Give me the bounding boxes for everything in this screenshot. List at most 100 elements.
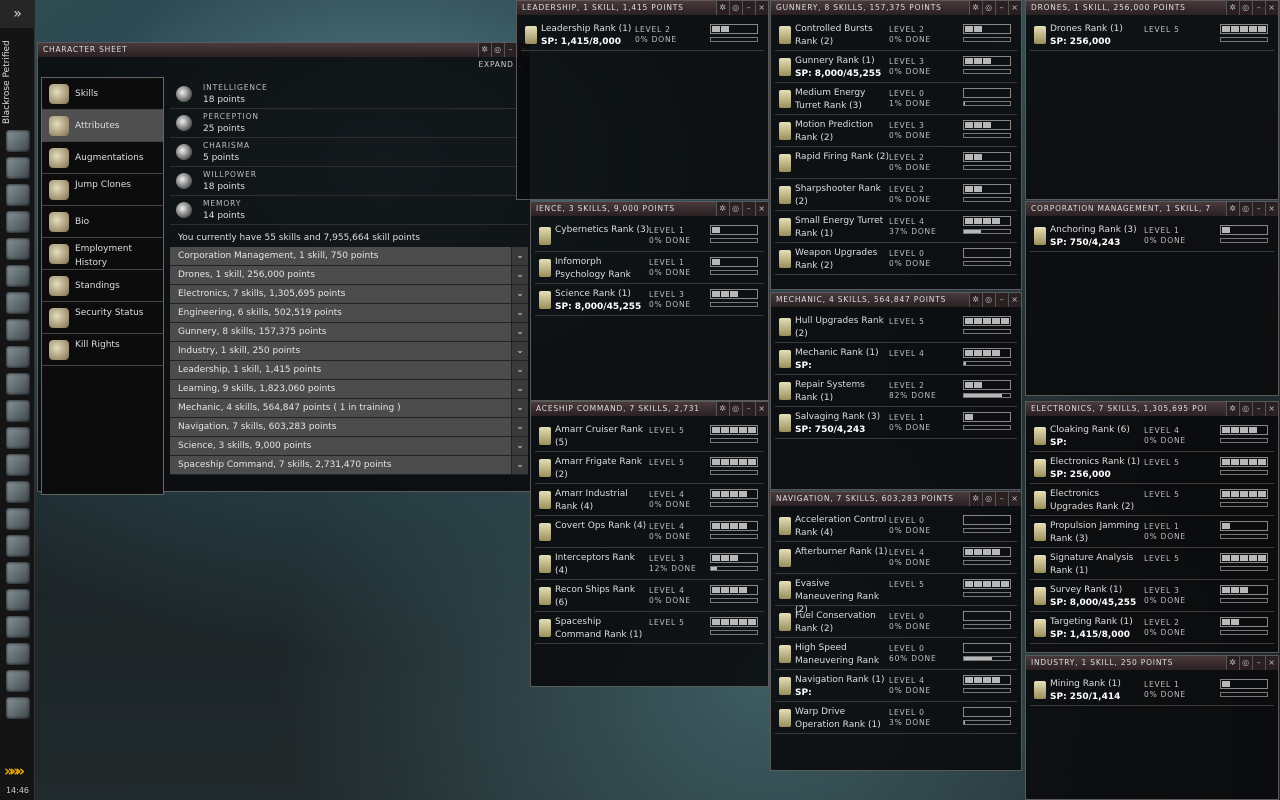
window-pin-icon[interactable]: ✲ [478, 43, 491, 57]
window-options-icon[interactable]: ◎ [1239, 1, 1252, 15]
people-icon[interactable] [6, 535, 30, 557]
nav-item-augmentations[interactable]: Augmentations [42, 142, 163, 174]
skill-row[interactable]: Drones Rank (1) SP: 256,000 LEVEL 5 [1030, 19, 1274, 51]
skill-group-row[interactable]: Engineering, 6 skills, 502,519 points ⌄ [170, 304, 528, 323]
skill-row[interactable]: Amarr Frigate Rank (2) LEVEL 5 [535, 452, 764, 484]
skill-group-row[interactable]: Electronics, 7 skills, 1,305,695 points ⌄ [170, 285, 528, 304]
chevron-down-icon[interactable]: ⌄ [511, 361, 528, 379]
window-close-icon[interactable]: × [755, 402, 768, 416]
skill-row[interactable]: Warp Drive Operation Rank (1) LEVEL 0 3% D… [775, 702, 1017, 734]
skill-row[interactable]: Salvaging Rank (3) SP: 750/4,243 LEVEL 1 0%… [775, 407, 1017, 439]
mail-icon[interactable] [6, 184, 30, 206]
skill-row[interactable]: Cybernetics Rank (3) LEVEL 1 0% DONE [535, 220, 764, 252]
window-close-icon[interactable]: × [1008, 293, 1021, 307]
chevron-down-icon[interactable]: ⌄ [511, 456, 528, 474]
skill-row[interactable]: Medium Energy Turret Rank (3) LEVEL 0 1% D… [775, 83, 1017, 115]
window-pin-icon[interactable]: ✲ [716, 402, 729, 416]
assets-icon[interactable] [6, 400, 30, 422]
character-icon[interactable] [6, 643, 30, 665]
window-close-icon[interactable]: × [1265, 656, 1278, 670]
window-minimize-icon[interactable]: – [742, 402, 755, 416]
chevron-down-icon[interactable]: ⌄ [511, 342, 528, 360]
skill-row[interactable]: Electronics Rank (1) SP: 256,000 LEVEL 5 [1030, 452, 1274, 484]
window-close-icon[interactable]: × [1265, 1, 1278, 15]
window-options-icon[interactable]: ◎ [982, 492, 995, 506]
skill-row[interactable]: Leadership Rank (1) SP: 1,415/8,000 LEVEL … [521, 19, 764, 51]
skill-row[interactable]: Rapid Firing Rank (2) LEVEL 2 0% DONE [775, 147, 1017, 179]
skill-row[interactable]: Recon Ships Rank (6) LEVEL 4 0% DONE [535, 580, 764, 612]
window-options-icon[interactable]: ◎ [1239, 402, 1252, 416]
nav-item-employment[interactable]: Employment History [42, 238, 163, 270]
skill-row[interactable]: Acceleration Control Rank (4) LEVEL 0 0% D… [775, 510, 1017, 542]
window-minimize-icon[interactable]: – [742, 202, 755, 216]
window-options-icon[interactable]: ◎ [491, 43, 504, 57]
skill-group-row[interactable]: Mechanic, 4 skills, 564,847 points ( 1 i… [170, 399, 528, 418]
skill-row[interactable]: Amarr Industrial Rank (4) LEVEL 4 0% DONE [535, 484, 764, 516]
skill-group-row[interactable]: Leadership, 1 skill, 1,415 points ⌄ [170, 361, 528, 380]
drone-icon[interactable] [6, 697, 30, 719]
skill-row[interactable]: Small Energy Turret Rank (1) LEVEL 4 37% D… [775, 211, 1017, 243]
skill-group-row[interactable]: Navigation, 7 skills, 603,283 points ⌄ [170, 418, 528, 437]
skill-group-row[interactable]: Drones, 1 skill, 256,000 points ⌄ [170, 266, 528, 285]
skill-group-row[interactable]: Spaceship Command, 7 skills, 2,731,470 p… [170, 456, 528, 475]
skill-row[interactable]: Covert Ops Rank (4) LEVEL 4 0% DONE [535, 516, 764, 548]
skill-row[interactable]: Anchoring Rank (3) SP: 750/4,243 LEVEL 1 0%… [1030, 220, 1274, 252]
help-icon[interactable] [6, 481, 30, 503]
skill-row[interactable]: Hull Upgrades Rank (2) LEVEL 5 [775, 311, 1017, 343]
journal-icon[interactable] [6, 562, 30, 584]
chevron-down-icon[interactable]: ⌄ [511, 247, 528, 265]
ship-icon[interactable] [6, 157, 30, 179]
nav-item-jump-clones[interactable]: Jump Clones [42, 174, 163, 206]
window-pin-icon[interactable]: ✲ [969, 293, 982, 307]
skill-window-titlebar[interactable]: ACESHIP COMMAND, 7 SKILLS, 2,731 ✲ ◎ – × [531, 402, 768, 416]
notepad-icon[interactable] [6, 211, 30, 233]
window-options-icon[interactable]: ◎ [1239, 656, 1252, 670]
science-icon[interactable] [6, 292, 30, 314]
neocom-menu-button[interactable]: » [0, 0, 35, 28]
window-options-icon[interactable]: ◎ [982, 293, 995, 307]
window-pin-icon[interactable]: ✲ [969, 492, 982, 506]
chevron-down-icon[interactable]: ⌄ [511, 437, 528, 455]
window-minimize-icon[interactable]: – [995, 1, 1008, 15]
window-minimize-icon[interactable]: – [1252, 656, 1265, 670]
window-pin-icon[interactable]: ✲ [1226, 402, 1239, 416]
skill-row[interactable]: Spaceship Command Rank (1) LEVEL 5 [535, 612, 764, 644]
chevron-down-icon[interactable]: ⌄ [511, 285, 528, 303]
character-sheet-titlebar[interactable]: CHARACTER SHEET ✲◎–× [38, 43, 530, 57]
skill-group-row[interactable]: Corporation Management, 1 skill, 750 poi… [170, 247, 528, 266]
skill-row[interactable]: Afterburner Rank (1) LEVEL 4 0% DONE [775, 542, 1017, 574]
corp-icon[interactable] [6, 427, 30, 449]
nav-item-bio[interactable]: Bio [42, 206, 163, 238]
skill-row[interactable]: Gunnery Rank (1) SP: 8,000/45,255 LEVEL 30… [775, 51, 1017, 83]
skill-window-titlebar[interactable]: DRONES, 1 SKILL, 256,000 POINTS ✲ ◎ – × [1026, 1, 1278, 15]
window-pin-icon[interactable]: ✲ [1226, 656, 1239, 670]
nav-item-security[interactable]: Security Status [42, 302, 163, 334]
skill-window-titlebar[interactable]: ELECTRONICS, 7 SKILLS, 1,305,695 POI ✲ ◎ – × [1026, 402, 1278, 416]
window-pin-icon[interactable]: ✲ [716, 202, 729, 216]
window-minimize-icon[interactable]: – [1252, 202, 1265, 216]
skill-row[interactable]: Infomorph Psychology Rank LEVEL 1 0% DONE [535, 252, 764, 284]
skill-group-row[interactable]: Learning, 9 skills, 1,823,060 points ⌄ [170, 380, 528, 399]
scanner-icon[interactable] [6, 670, 30, 692]
window-minimize-icon[interactable]: – [742, 1, 755, 15]
window-close-icon[interactable]: × [755, 1, 768, 15]
window-minimize-icon[interactable]: – [995, 293, 1008, 307]
skill-row[interactable]: Science Rank (1) SP: 8,000/45,255 LEVEL 30… [535, 284, 764, 316]
audio-icon[interactable] [6, 589, 30, 611]
skill-window-titlebar[interactable]: INDUSTRY, 1 SKILL, 250 POINTS ✲ ◎ – × [1026, 656, 1278, 670]
window-minimize-icon[interactable]: – [1252, 1, 1265, 15]
skill-row[interactable]: Mechanic Rank (1) SP: LEVEL 4 [775, 343, 1017, 375]
chevron-down-icon[interactable]: ⌄ [511, 266, 528, 284]
skill-group-row[interactable]: Industry, 1 skill, 250 points ⌄ [170, 342, 528, 361]
skill-row[interactable]: Repair Systems Rank (1) LEVEL 2 82% DONE [775, 375, 1017, 407]
skill-row[interactable]: Propulsion Jamming Rank (3) LEVEL 1 0% DON… [1030, 516, 1274, 548]
window-options-icon[interactable]: ◎ [1239, 202, 1252, 216]
skill-row[interactable]: Survey Rank (1) SP: 8,000/45,255 LEVEL 3 0%… [1030, 580, 1274, 612]
market-icon[interactable] [6, 265, 30, 287]
contracts-icon[interactable] [6, 319, 30, 341]
skill-window-titlebar[interactable]: CORPORATION MANAGEMENT, 1 SKILL, 7 ✲ ◎ – × [1026, 202, 1278, 216]
skill-window-titlebar[interactable]: MECHANIC, 4 SKILLS, 564,847 POINTS ✲ ◎ – × [771, 293, 1021, 307]
window-close-icon[interactable]: × [1008, 1, 1021, 15]
support-icon[interactable] [6, 616, 30, 638]
skill-row[interactable]: Navigation Rank (1) SP: LEVEL 4 0% DONE [775, 670, 1017, 702]
